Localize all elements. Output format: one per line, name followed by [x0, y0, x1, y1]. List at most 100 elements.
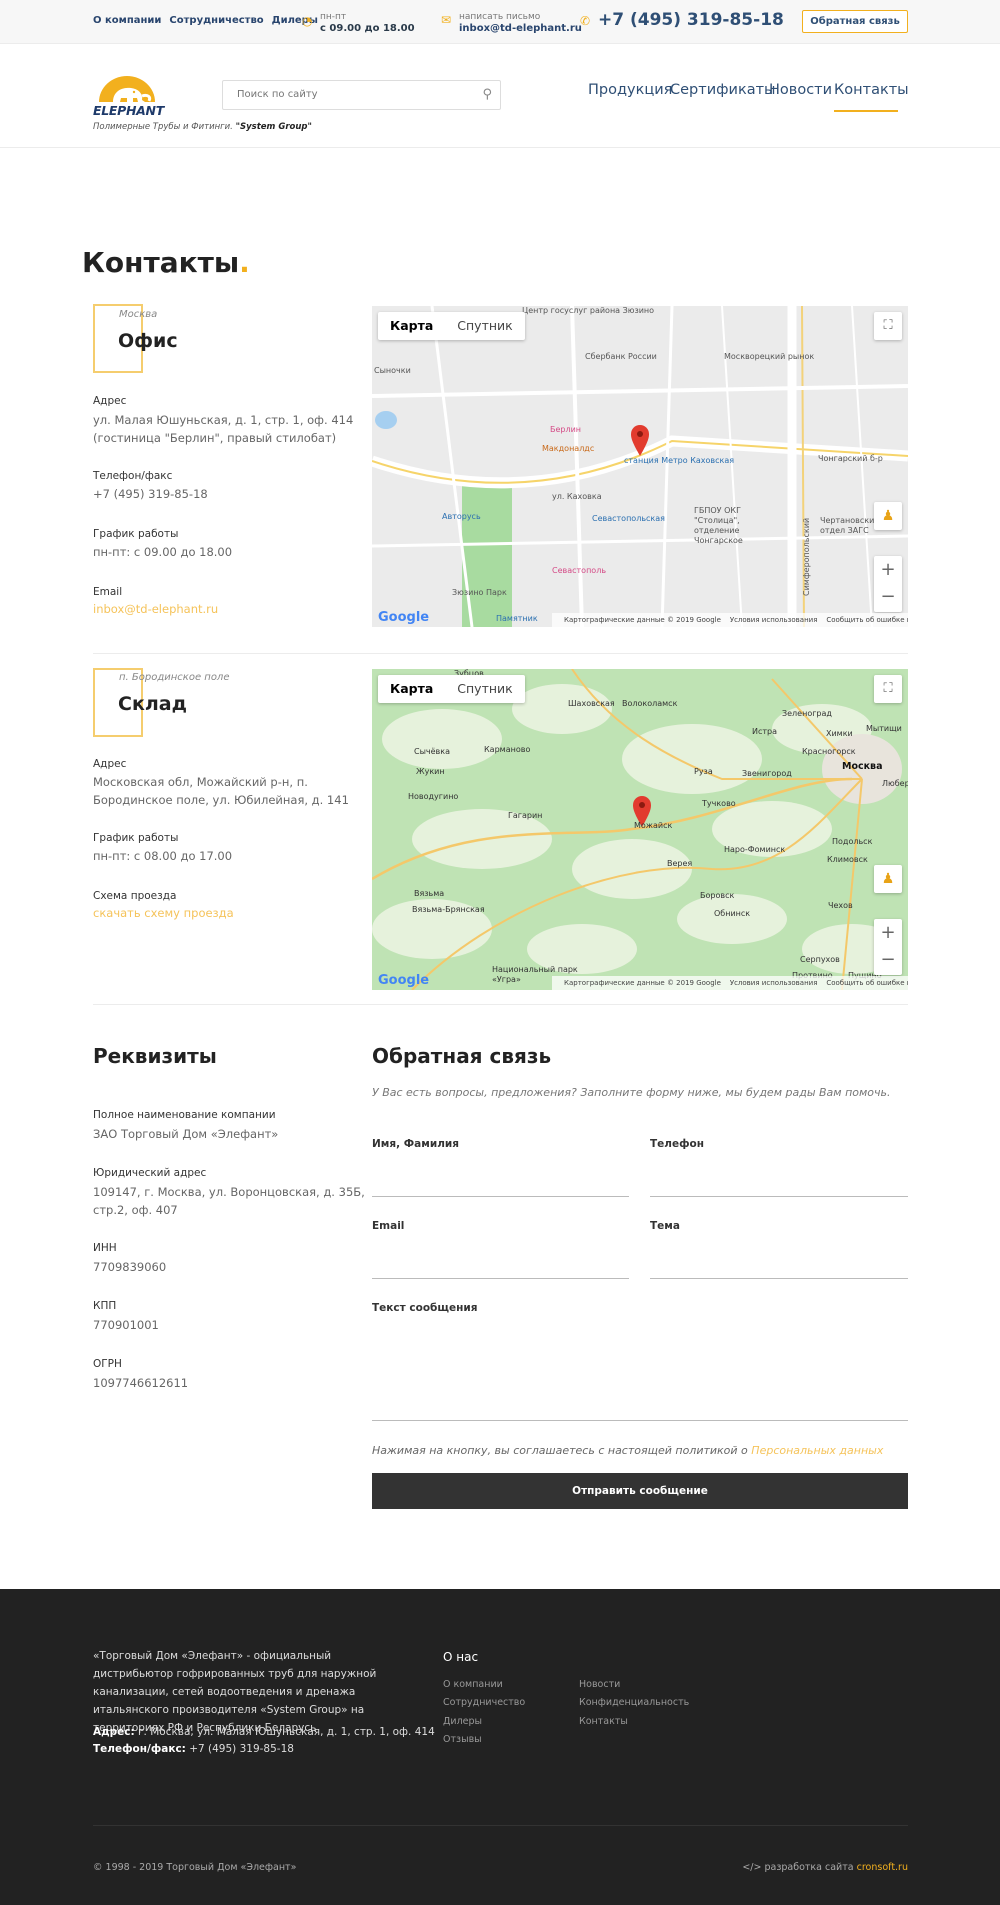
map2-label: Верея — [667, 859, 693, 868]
zoom-out-icon[interactable]: − — [874, 947, 902, 975]
kpp-value: 770901001 — [93, 1318, 159, 1332]
nav-news[interactable]: Новости — [769, 82, 832, 98]
footer-link-news[interactable]: Новости — [579, 1679, 620, 1690]
search-input[interactable] — [237, 89, 457, 100]
office-map[interactable]: Центр госуслуг района Зюзино Сбербанк Ро… — [372, 306, 908, 627]
map-report-link[interactable]: Сообщить об ошибке на карте — [826, 616, 908, 624]
consent-prefix: Нажимая на кнопку, вы соглашаетесь с нас… — [372, 1444, 748, 1457]
message-label: Текст сообщения — [372, 1302, 478, 1314]
phone-field[interactable] — [650, 1152, 908, 1196]
envelope-icon: ✉ — [441, 13, 452, 27]
map2-tab-map[interactable]: Карта — [378, 675, 445, 703]
map2-label: Серпухов — [800, 955, 840, 964]
map-terms-link[interactable]: Условия использования — [730, 616, 818, 624]
map2-label: Волоколамск — [622, 699, 678, 708]
subject-label: Тема — [650, 1220, 680, 1232]
office-email-link[interactable]: inbox@td-elephant.ru — [93, 602, 218, 616]
inn-value: 7709839060 — [93, 1260, 167, 1274]
map1-label: Севастопольская — [592, 514, 665, 523]
name-field[interactable] — [372, 1152, 629, 1196]
footer-phone-value[interactable]: +7 (495) 319-85-18 — [189, 1743, 294, 1755]
footer-link-cooperation[interactable]: Сотрудничество — [443, 1697, 525, 1708]
warehouse-hours-label: График работы — [93, 832, 179, 844]
warehouse-address-line2: Бородинское поле, ул. Юбилейная, д. 141 — [93, 793, 349, 807]
mail-link[interactable]: inbox@td-elephant.ru — [459, 23, 582, 35]
page-title: Контакты. — [82, 246, 250, 279]
footer-link-privacy[interactable]: Конфиденциальность — [579, 1697, 689, 1708]
subject-field[interactable] — [650, 1234, 908, 1278]
map2-label: Тучково — [702, 799, 736, 808]
phone-field-underline — [650, 1196, 908, 1197]
copyright: © 1998 - 2019 Торговый Дом «Элефант» — [93, 1862, 297, 1873]
developer-credit: </> разработка сайта cronsoft.ru — [742, 1862, 908, 1873]
zoom-controls: + − — [874, 919, 902, 975]
map1-label: Москворецкий рынок — [724, 352, 815, 361]
pegman-icon[interactable]: ♟ — [874, 502, 902, 530]
message-field[interactable] — [372, 1316, 908, 1420]
zoom-in-icon[interactable]: + — [874, 556, 902, 584]
work-hours-value: с 09.00 до 18.00 — [320, 23, 415, 34]
mail-label: написать письмо — [459, 12, 541, 22]
email-field[interactable] — [372, 1234, 629, 1278]
dev-link[interactable]: cronsoft.ru — [857, 1862, 908, 1873]
ogrn-label: ОГРН — [93, 1358, 122, 1370]
map1-label: ГБПОУ ОКГ "Столица", отделение Чонгарско… — [694, 506, 743, 545]
top-link-about[interactable]: О компании — [93, 15, 161, 26]
map2-label: Можайск — [634, 821, 673, 830]
map-report-link[interactable]: Сообщить об ошибке на карте — [826, 979, 908, 987]
pegman-icon[interactable]: ♟ — [874, 865, 902, 893]
name-field-underline — [372, 1196, 629, 1197]
dev-prefix: разработка сайта — [764, 1862, 854, 1873]
map2-label: Шаховская — [568, 699, 615, 708]
zoom-out-icon[interactable]: − — [874, 584, 902, 612]
map1-label: Севастополь — [552, 566, 607, 575]
nav-products[interactable]: Продукция — [588, 82, 672, 98]
map2-label: Вязьма — [414, 889, 445, 898]
map2-label: Гагарин — [508, 811, 543, 820]
nav-contacts[interactable]: Контакты — [834, 82, 909, 98]
map2-label: Химки — [826, 729, 853, 738]
warehouse-map[interactable]: Зубцов Шаховская Волоколамск Зеленоград … — [372, 669, 908, 990]
nav-certificates[interactable]: Сертификаты — [670, 82, 775, 98]
zoom-in-icon[interactable]: + — [874, 919, 902, 947]
footer-link-contacts[interactable]: Контакты — [579, 1716, 628, 1727]
company-name-value: ЗАО Торговый Дом «Элефант» — [93, 1127, 279, 1141]
map2-label: Чехов — [828, 901, 853, 910]
footer-link-reviews[interactable]: Отзывы — [443, 1734, 482, 1745]
map-terms-link[interactable]: Условия использования — [730, 979, 818, 987]
header-phone[interactable]: +7 (495) 319-85-18 — [598, 10, 784, 30]
zoom-controls: + − — [874, 556, 902, 612]
office-hours-value: пн-пт: с 09.00 до 18.00 — [93, 545, 233, 559]
warehouse-hours-value: пн-пт: с 08.00 до 17.00 — [93, 849, 233, 863]
map1-label: Симферопольский — [802, 517, 811, 596]
footer-link-about[interactable]: О компании — [443, 1679, 503, 1690]
phone-label: Телефон — [650, 1138, 704, 1150]
map1-tab-map[interactable]: Карта — [378, 312, 445, 340]
name-label: Имя, Фамилия — [372, 1138, 459, 1150]
submit-button[interactable]: Отправить сообщение — [372, 1473, 908, 1509]
footer-link-dealers[interactable]: Дилеры — [443, 1716, 482, 1727]
fullscreen-icon[interactable]: ⛶ — [874, 675, 902, 703]
map2-label: Вязьма-Брянская — [412, 905, 485, 914]
footer-address-label: Адрес: — [93, 1726, 135, 1738]
warehouse-scheme-label: Схема проезда — [93, 890, 177, 902]
scheme-download-link[interactable]: скачать схему проезда — [93, 906, 234, 920]
office-hours-label: График работы — [93, 528, 179, 540]
google-logo: Google — [378, 610, 429, 625]
privacy-link[interactable]: Персональных данных — [751, 1444, 883, 1457]
map1-tab-satellite[interactable]: Спутник — [445, 312, 524, 340]
tagline: Полимерные Трубы и Фитинги. "System Grou… — [93, 122, 312, 132]
ogrn-value: 1097746612611 — [93, 1376, 189, 1390]
map1-label: Авторусь — [442, 512, 481, 521]
logo[interactable]: ELEPHANT — [93, 70, 164, 120]
page-title-dot: . — [239, 246, 250, 279]
message-field-underline — [372, 1420, 908, 1421]
map2-label: Новодугино — [408, 792, 459, 801]
feedback-button[interactable]: Обратная связь — [802, 10, 908, 33]
tagline-text: Полимерные Трубы и Фитинги. — [93, 122, 233, 132]
map2-tab-satellite[interactable]: Спутник — [445, 675, 524, 703]
office-title: Офис — [118, 330, 178, 352]
search-icon[interactable]: ⚲ — [482, 87, 492, 102]
top-link-cooperation[interactable]: Сотрудничество — [169, 15, 263, 26]
fullscreen-icon[interactable]: ⛶ — [874, 312, 902, 340]
